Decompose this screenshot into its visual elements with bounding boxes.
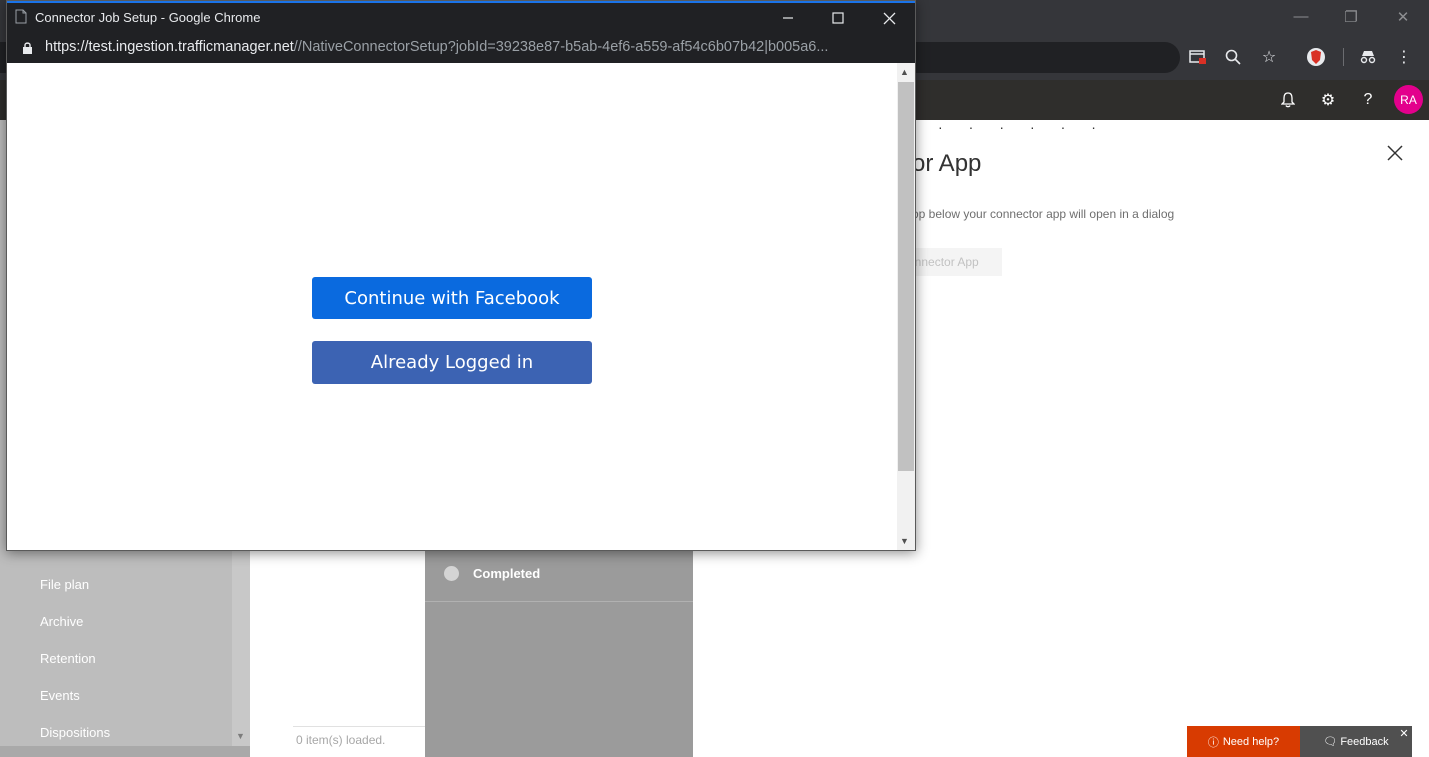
popup-maximize-icon[interactable] (813, 3, 863, 33)
zoom-icon[interactable] (1220, 44, 1246, 70)
list-divider (293, 726, 425, 727)
page-document-icon (15, 9, 27, 24)
nav-item-dispositions[interactable]: Dispositions (40, 725, 110, 740)
nav-item-archive[interactable]: Archive (40, 614, 83, 629)
nav-item-events[interactable]: Events (40, 688, 80, 703)
popup-minimize-icon[interactable] (763, 3, 813, 33)
avatar[interactable]: RA (1394, 85, 1423, 114)
help-question-icon[interactable]: ? (1354, 86, 1382, 114)
feedback-close-icon[interactable]: ✕ (1397, 727, 1411, 741)
bookmark-star-icon[interactable]: ☆ (1256, 44, 1282, 70)
flyout-close-icon[interactable] (1383, 141, 1407, 165)
help-circle-icon: ⓘ (1207, 736, 1219, 749)
items-loaded-status: 0 item(s) loaded. (296, 733, 386, 747)
feedback-label: Feedback (1340, 735, 1389, 748)
bg-restore-icon[interactable]: ❐ (1326, 0, 1376, 33)
connector-setup-popup-window: Connector Job Setup - Google Chrome http… (6, 0, 916, 551)
already-logged-in-button[interactable]: Already Logged in (312, 341, 592, 384)
flyout-description: op below your connector app will open in… (912, 207, 1175, 221)
lock-icon[interactable] (22, 41, 33, 54)
popup-window-title: Connector Job Setup - Google Chrome (35, 10, 261, 25)
step-completed[interactable]: Completed (473, 566, 540, 581)
notifications-bell-icon[interactable] (1274, 86, 1302, 114)
blocked-popup-icon[interactable] (1185, 44, 1211, 70)
nav-item-file-plan[interactable]: File plan (40, 577, 89, 592)
flyout-title: or App (912, 150, 982, 177)
popup-address-bar[interactable]: https://test.ingestion.trafficmanager.ne… (7, 33, 915, 63)
scroll-down-arrow-icon[interactable]: ▼ (900, 536, 909, 546)
bg-minimize-icon[interactable]: — (1276, 0, 1326, 33)
toolbar-separator (1343, 48, 1344, 66)
scroll-down-arrow-icon[interactable]: ▼ (236, 731, 245, 741)
scroll-up-arrow-icon[interactable]: ▲ (900, 67, 909, 77)
feedback-button[interactable]: 🗨 Feedback (1300, 726, 1412, 757)
nav-footer-strip (0, 746, 250, 757)
popup-page-content: Continue with Facebook Already Logged in (7, 63, 897, 550)
url-path: //NativeConnectorSetup?jobId=39238e87-b5… (293, 39, 829, 55)
nav-item-retention[interactable]: Retention (40, 651, 96, 666)
popup-scrollbar-thumb[interactable] (898, 82, 914, 471)
need-help-label: Need help? (1222, 735, 1280, 748)
need-help-button[interactable]: ⓘ Need help? (1187, 726, 1300, 757)
popup-titlebar[interactable]: Connector Job Setup - Google Chrome (7, 3, 915, 33)
continue-with-facebook-button[interactable]: Continue with Facebook (312, 277, 592, 319)
incognito-icon[interactable] (1355, 44, 1381, 70)
url-host: https://test.ingestion.trafficmanager.ne… (45, 39, 294, 55)
chrome-menu-icon[interactable]: ⋮ (1391, 44, 1417, 70)
popup-url[interactable]: https://test.ingestion.trafficmanager.ne… (45, 39, 897, 55)
step-status-circle-icon (444, 566, 459, 581)
extension-shield-icon[interactable] (1303, 44, 1329, 70)
settings-gear-icon[interactable]: ⚙ (1314, 86, 1342, 114)
flyout-progress-dots: ······ (938, 119, 1122, 135)
popup-close-icon[interactable] (864, 3, 914, 33)
feedback-comment-icon: 🗨 (1323, 736, 1338, 748)
bg-close-icon[interactable]: ✕ (1378, 0, 1428, 33)
step-divider (425, 601, 693, 602)
